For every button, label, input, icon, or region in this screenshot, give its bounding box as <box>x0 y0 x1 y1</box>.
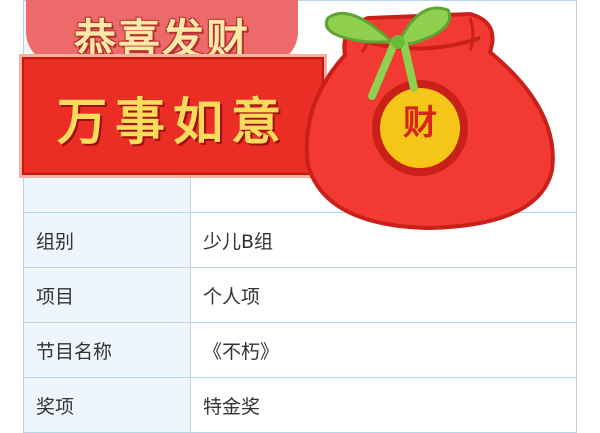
table-label-cell: 奖项 <box>23 377 191 433</box>
table-label-cell: 组别 <box>23 212 191 268</box>
table-label-cell: 项目 <box>23 267 191 323</box>
table-row: 节目名称 《不朽》 <box>23 322 577 378</box>
table-label-cell: 节目名称 <box>23 322 191 378</box>
greeting-main-text: 万事如意 <box>57 93 289 151</box>
table-value-cell: 《不朽》 <box>190 322 577 378</box>
table-value-cell: 特金奖 <box>190 377 577 433</box>
table-value-cell: 个人项 <box>190 267 577 323</box>
table-row: 奖项 特金奖 <box>23 377 577 433</box>
table-row: 项目 个人项 <box>23 267 577 323</box>
bag-coin-char: 财 <box>403 103 437 143</box>
